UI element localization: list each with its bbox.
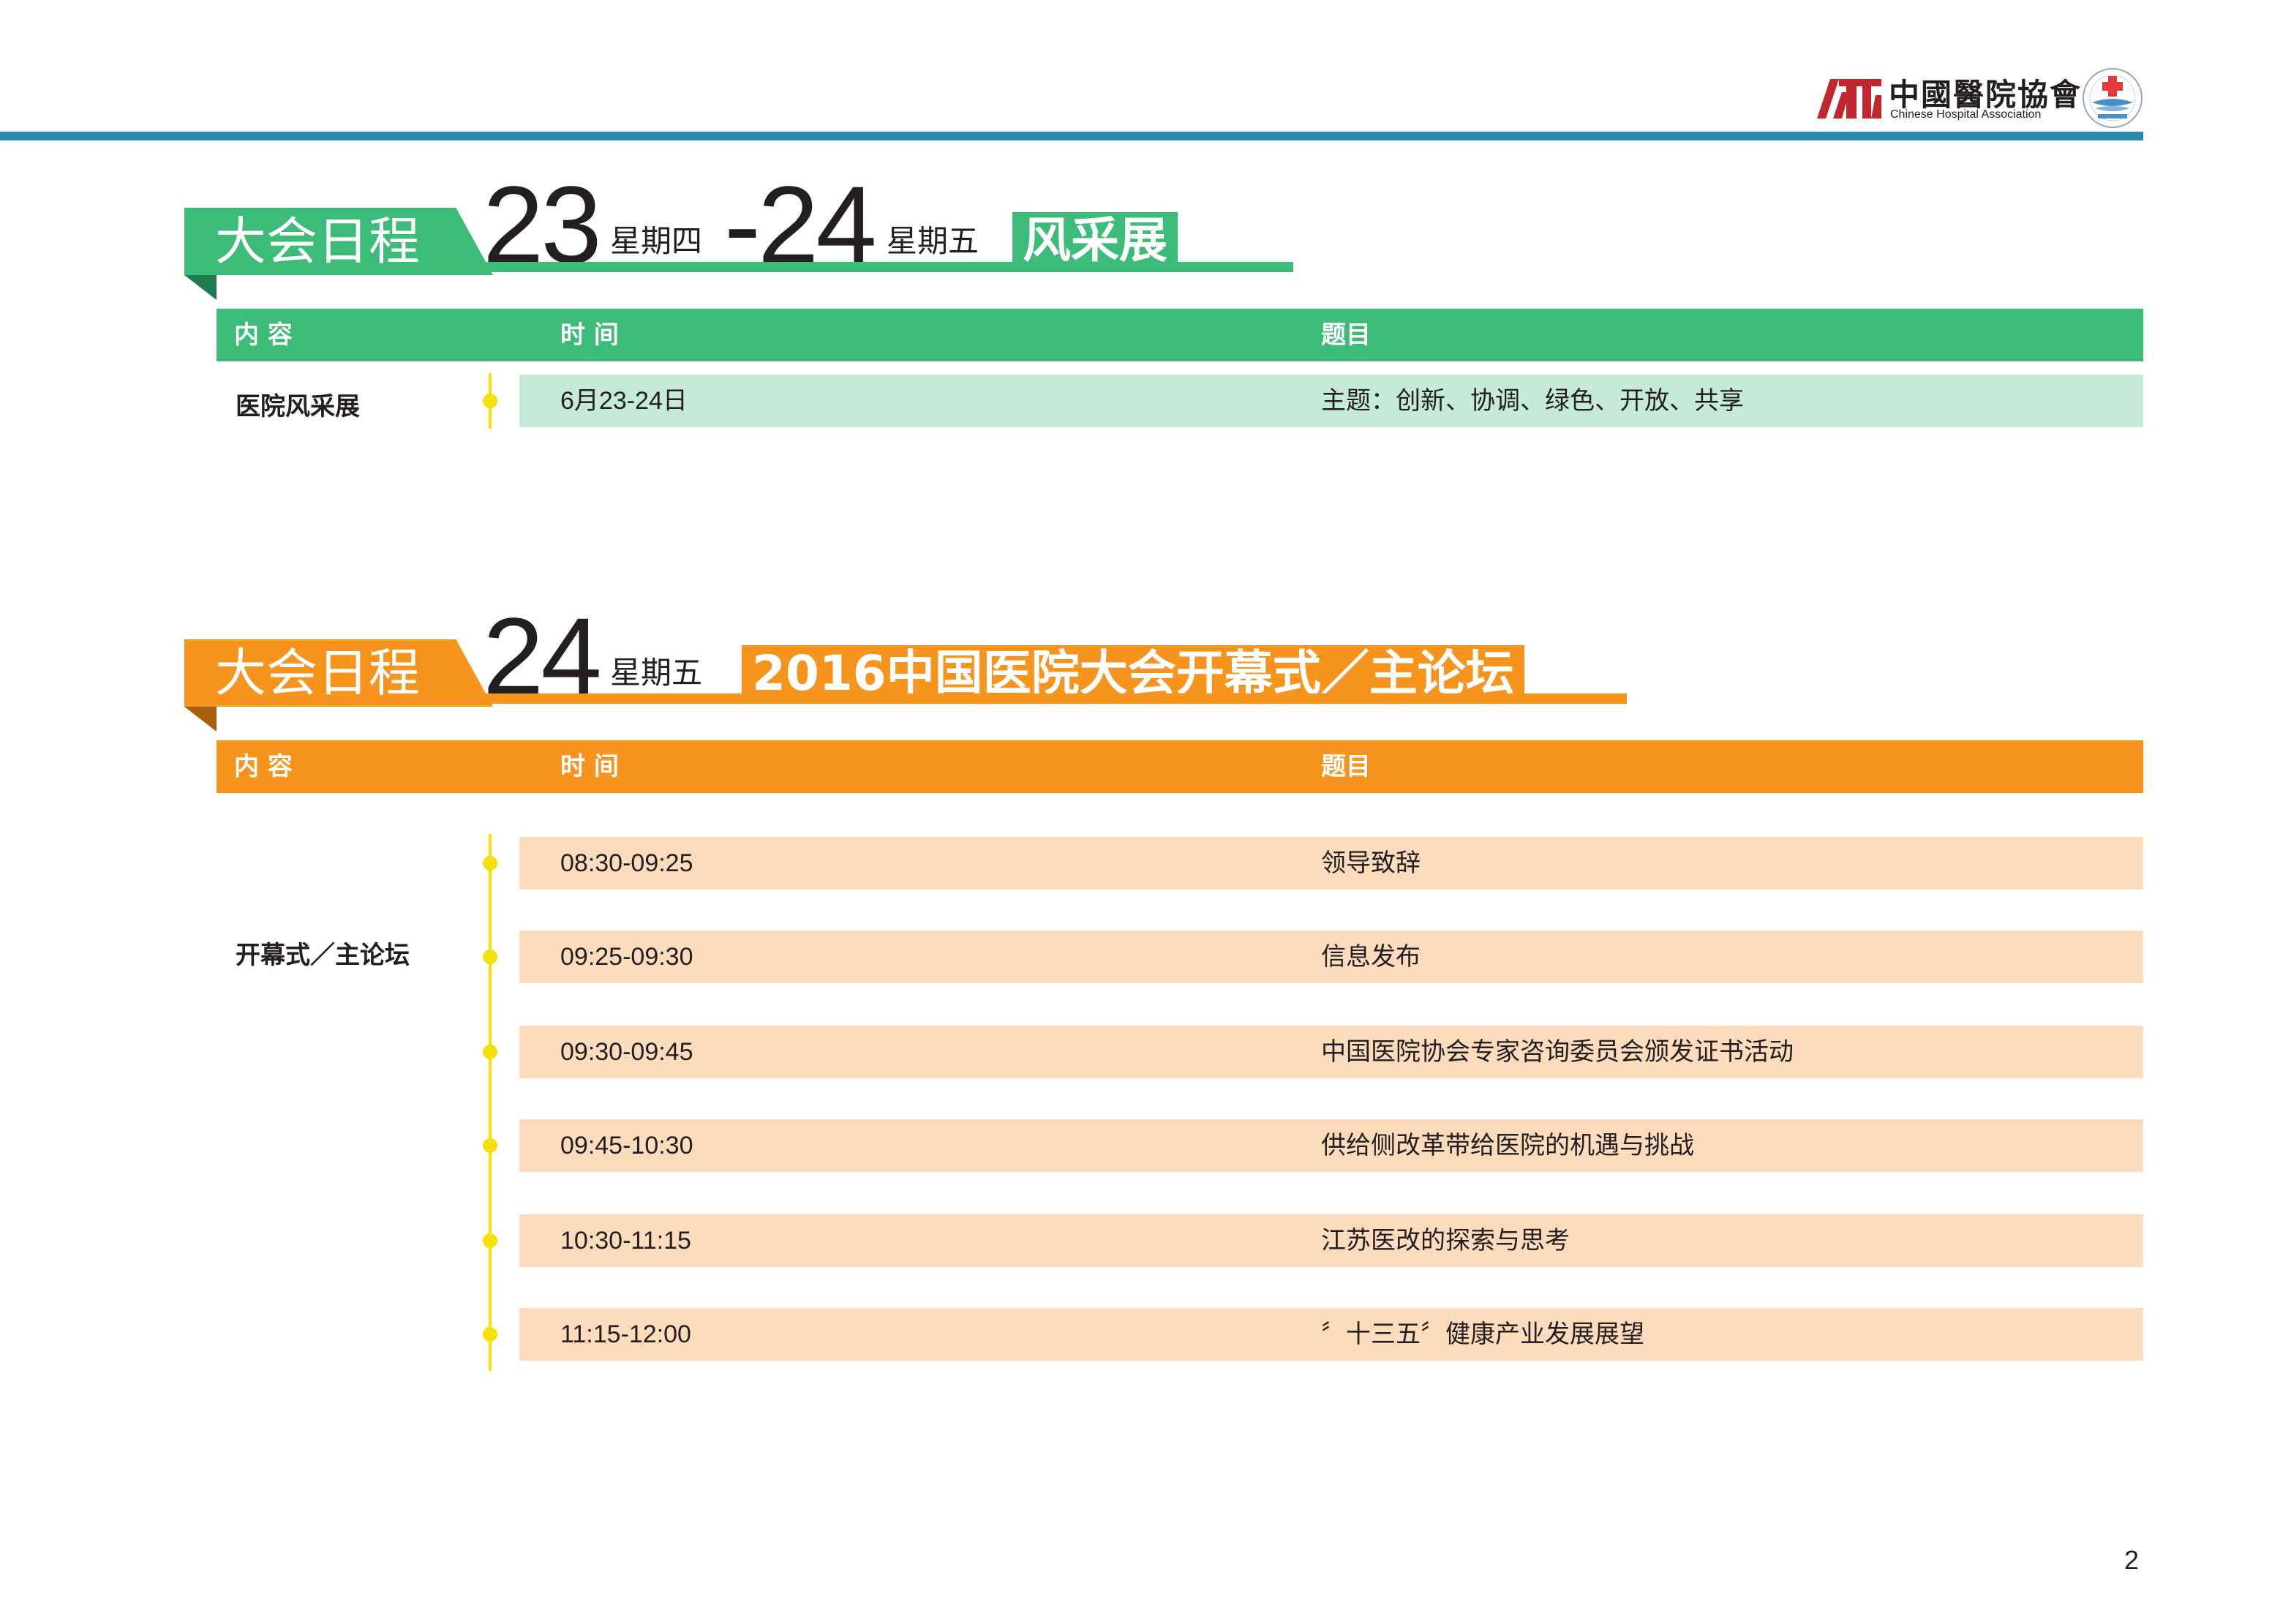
row-topic: 供给侧改革带给医院的机遇与挑战 [1321, 1132, 1694, 1159]
column-time: 时 间 [560, 320, 619, 350]
section1-start-weekday: 星期四 [610, 223, 703, 259]
section1-banner-label: 大会日程 [184, 208, 493, 275]
row-topic: 主题：创新、协调、绿色、开放、共享 [1321, 387, 1744, 415]
hospital-association-logo-icon [1817, 79, 1881, 119]
table-row: 11:15-12:00 〞十三五〞健康产业发展展望 [519, 1308, 2143, 1361]
column-content: 内 容 [234, 320, 293, 350]
section1-label-text: 大会日程 [215, 211, 420, 271]
section2-timeline-dot [483, 856, 497, 871]
table-row: 09:25-09:30 信息发布 [519, 931, 2143, 983]
section1-content-cell: 医院风采展 [236, 392, 360, 421]
section1-theme: 风采展 [1012, 212, 1178, 269]
section1-timeline-dot [483, 394, 497, 408]
section1-underline [462, 262, 1293, 272]
section2-table-header: 内 容 时 间 题目 [217, 740, 2143, 793]
section1-end-weekday: 星期五 [887, 223, 979, 259]
section2-timeline [489, 834, 492, 1371]
row-topic: 信息发布 [1321, 943, 1421, 971]
section2-timeline-dot [483, 1045, 497, 1059]
section2-timeline-dot [483, 1327, 497, 1342]
row-topic: 中国医院协会专家咨询委员会颁发证书活动 [1321, 1038, 1794, 1066]
table-row: 09:30-09:45 中国医院协会专家咨询委员会颁发证书活动 [519, 1026, 2143, 1078]
section2-label-text: 大会日程 [215, 643, 420, 703]
column-content: 内 容 [234, 752, 293, 781]
table-row: 6月23-24日 主题：创新、协调、绿色、开放、共享 [519, 375, 2143, 427]
row-topic: 〞十三五〞健康产业发展展望 [1321, 1320, 1644, 1348]
page-number: 2 [2124, 1545, 2140, 1575]
section2-timeline-dot [483, 1138, 497, 1153]
column-topic: 题目 [1321, 320, 1371, 350]
column-topic: 题目 [1321, 752, 1371, 781]
section2-timeline-dot [483, 1233, 497, 1248]
table-row: 10:30-11:15 江苏医改的探索与思考 [519, 1214, 2143, 1267]
section2-content-cell: 开幕式／主论坛 [236, 941, 410, 970]
row-time: 08:30-09:25 [560, 849, 693, 877]
row-time: 10:30-11:15 [560, 1227, 691, 1255]
section2-timeline-dot [483, 950, 497, 964]
row-time: 6月23-24日 [560, 387, 688, 415]
row-time: 09:30-09:45 [560, 1038, 693, 1066]
header-rule [0, 132, 2143, 140]
logo-english-name: Chinese Hospital Association [1890, 108, 2042, 121]
section2-banner-label: 大会日程 [184, 639, 493, 707]
row-time: 09:25-09:30 [560, 943, 693, 971]
row-time: 09:45-10:30 [560, 1132, 693, 1159]
provincial-association-seal-icon [2083, 68, 2143, 128]
section1-banner-fold [184, 275, 217, 300]
section2-banner-fold [184, 707, 217, 732]
table-row: 08:30-09:25 领导致辞 [519, 837, 2143, 890]
row-topic: 领导致辞 [1321, 849, 1421, 877]
section2-weekday: 星期五 [610, 655, 703, 691]
table-row: 09:45-10:30 供给侧改革带给医院的机遇与挑战 [519, 1119, 2143, 1172]
column-time: 时 间 [560, 752, 619, 781]
section2-underline [462, 693, 1627, 704]
row-time: 11:15-12:00 [560, 1320, 691, 1348]
section1-table-header: 内 容 时 间 题目 [217, 309, 2143, 361]
row-topic: 江苏医改的探索与思考 [1321, 1227, 1570, 1255]
